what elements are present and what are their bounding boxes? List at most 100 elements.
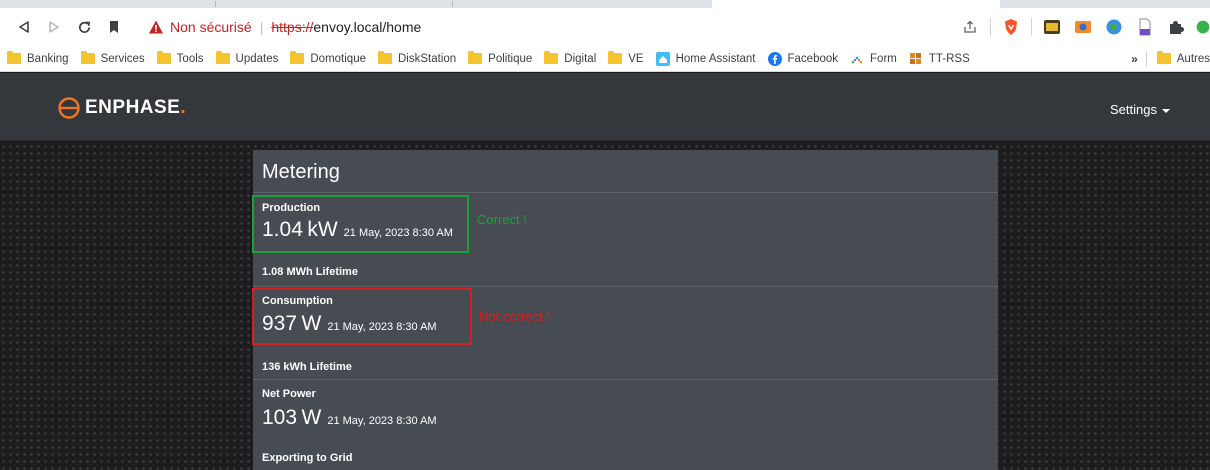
annotation-box-correct (252, 195, 469, 253)
bookmark-label: Politique (488, 52, 533, 65)
form-icon (850, 52, 864, 66)
address-bar[interactable]: Non sécurisé | https:// envoy.local/home (148, 13, 421, 41)
back-icon (19, 21, 29, 33)
bookmark-label: Services (100, 52, 145, 65)
bookmark-label: Domotique (310, 52, 366, 65)
bookmark-label: Home Assistant (675, 52, 756, 65)
net-power-status: Exporting to Grid (262, 452, 353, 464)
bookmark-label: Autres (1176, 52, 1210, 65)
net-power-value-line: 103 W 21 May, 2023 8:30 AM (262, 406, 437, 430)
page-content: ENPHASE. Settings Metering Production 1.… (0, 73, 1210, 470)
url-host: envoy.local/home (313, 19, 422, 35)
home-assistant-icon (655, 51, 670, 66)
bookmark-label: VE (628, 52, 644, 65)
bookmark-facebook[interactable]: Facebook (767, 51, 839, 66)
extension-button[interactable] (1103, 16, 1125, 38)
bookmark-form[interactable]: Form (850, 52, 897, 66)
forward-button[interactable] (42, 15, 66, 39)
folder-icon (290, 51, 305, 64)
settings-dropdown[interactable]: Settings (1110, 102, 1170, 117)
profile-avatar-icon (1196, 20, 1210, 34)
production-lifetime: 1.08 MWh Lifetime (262, 266, 358, 278)
annotation-correct: Correct ! (477, 212, 527, 227)
tab-separator (215, 1, 216, 7)
bookmark-updates[interactable]: Updates (215, 51, 279, 65)
folder-icon (378, 51, 392, 64)
brand-dot: . (180, 97, 186, 118)
bookmark-label: DiskStation (398, 52, 457, 65)
facebook-icon (767, 51, 782, 66)
brave-shields-button[interactable] (1000, 16, 1022, 38)
settings-label: Settings (1110, 102, 1157, 117)
bookmarks-divider (1145, 50, 1147, 67)
toolbar-divider (990, 18, 991, 36)
annotation-not-correct: Not correct ! (479, 309, 550, 324)
rss-icon (909, 52, 923, 66)
bookmark-politique[interactable]: Politique (468, 51, 533, 65)
folder-icon (156, 51, 171, 64)
folder-icon (1156, 51, 1171, 64)
back-button[interactable] (12, 15, 36, 39)
active-tab[interactable] (712, 0, 1000, 8)
enphase-logo[interactable]: ENPHASE. (58, 97, 186, 119)
bookmark-diskstation[interactable]: DiskStation (378, 51, 457, 65)
browser-toolbar: Non sécurisé | https:// envoy.local/home (0, 8, 1210, 46)
bookmark-label: Facebook (787, 52, 839, 65)
bookmark-page-button[interactable] (102, 15, 126, 39)
net-power-value: 103 (262, 406, 298, 429)
extension-image-icon (1075, 21, 1091, 33)
brave-shield-icon (1005, 19, 1017, 35)
folder-icon (80, 51, 95, 64)
bookmark-label: Tools (176, 52, 204, 65)
bookmark-banking[interactable]: Banking (7, 51, 69, 65)
brand-name: ENPHASE (85, 97, 181, 118)
bookmark-other-folder[interactable]: Autres (1156, 51, 1210, 65)
warning-icon (149, 20, 163, 34)
tab-separator (452, 1, 453, 7)
extension-globe-icon (1106, 19, 1122, 35)
folder-icon (544, 51, 559, 64)
extension-button[interactable] (1072, 16, 1094, 38)
url-scheme: https:// (271, 19, 314, 35)
bookmark-label: Updates (235, 52, 279, 65)
bookmarks-overflow-button[interactable]: » (1131, 52, 1138, 66)
extension-button[interactable] (1134, 16, 1156, 38)
bookmark-tools[interactable]: Tools (156, 51, 204, 65)
toolbar-divider (1031, 18, 1032, 36)
reload-button[interactable] (72, 15, 96, 39)
bookmarks-bar: Banking Services Tools Updates Domotique Disk… (0, 46, 1210, 72)
folder-icon (215, 51, 230, 64)
enphase-logo-icon (58, 97, 80, 119)
share-button[interactable] (959, 16, 981, 38)
bookmark-label: Form (870, 52, 897, 65)
share-icon (964, 20, 976, 33)
bookmark-digital[interactable]: Digital (544, 51, 597, 65)
security-status-label[interactable]: Non sécurisé (170, 19, 252, 35)
divider (253, 286, 998, 287)
profile-button[interactable] (1196, 16, 1210, 38)
reload-icon (78, 21, 90, 33)
net-power-timestamp: 21 May, 2023 8:30 AM (327, 415, 437, 427)
puzzle-icon (1170, 21, 1184, 34)
folder-icon (608, 51, 623, 64)
bookmark-ve[interactable]: VE (608, 51, 644, 65)
annotation-box-not-correct (252, 288, 472, 345)
folder-icon (7, 51, 21, 64)
bookmark-tt-rss[interactable]: TT-RSS (909, 52, 970, 66)
bookmark-icon (110, 21, 118, 33)
divider (253, 192, 998, 193)
bookmark-services[interactable]: Services (80, 51, 145, 65)
folder-icon (468, 51, 483, 64)
extensions-menu-button[interactable] (1165, 16, 1187, 38)
divider (253, 379, 998, 380)
app-navbar: ENPHASE. Settings (0, 73, 1210, 141)
caret-down-icon (1162, 108, 1170, 113)
extension-document-icon (1139, 18, 1151, 36)
bookmark-home-assistant[interactable]: Home Assistant (655, 51, 756, 66)
extension-button[interactable] (1041, 16, 1063, 38)
bookmark-label: TT-RSS (928, 52, 970, 65)
extension-terminal-icon (1044, 20, 1060, 34)
bookmark-label: Digital (564, 52, 597, 65)
bookmark-domotique[interactable]: Domotique (290, 51, 366, 65)
tab-strip (0, 0, 1210, 8)
